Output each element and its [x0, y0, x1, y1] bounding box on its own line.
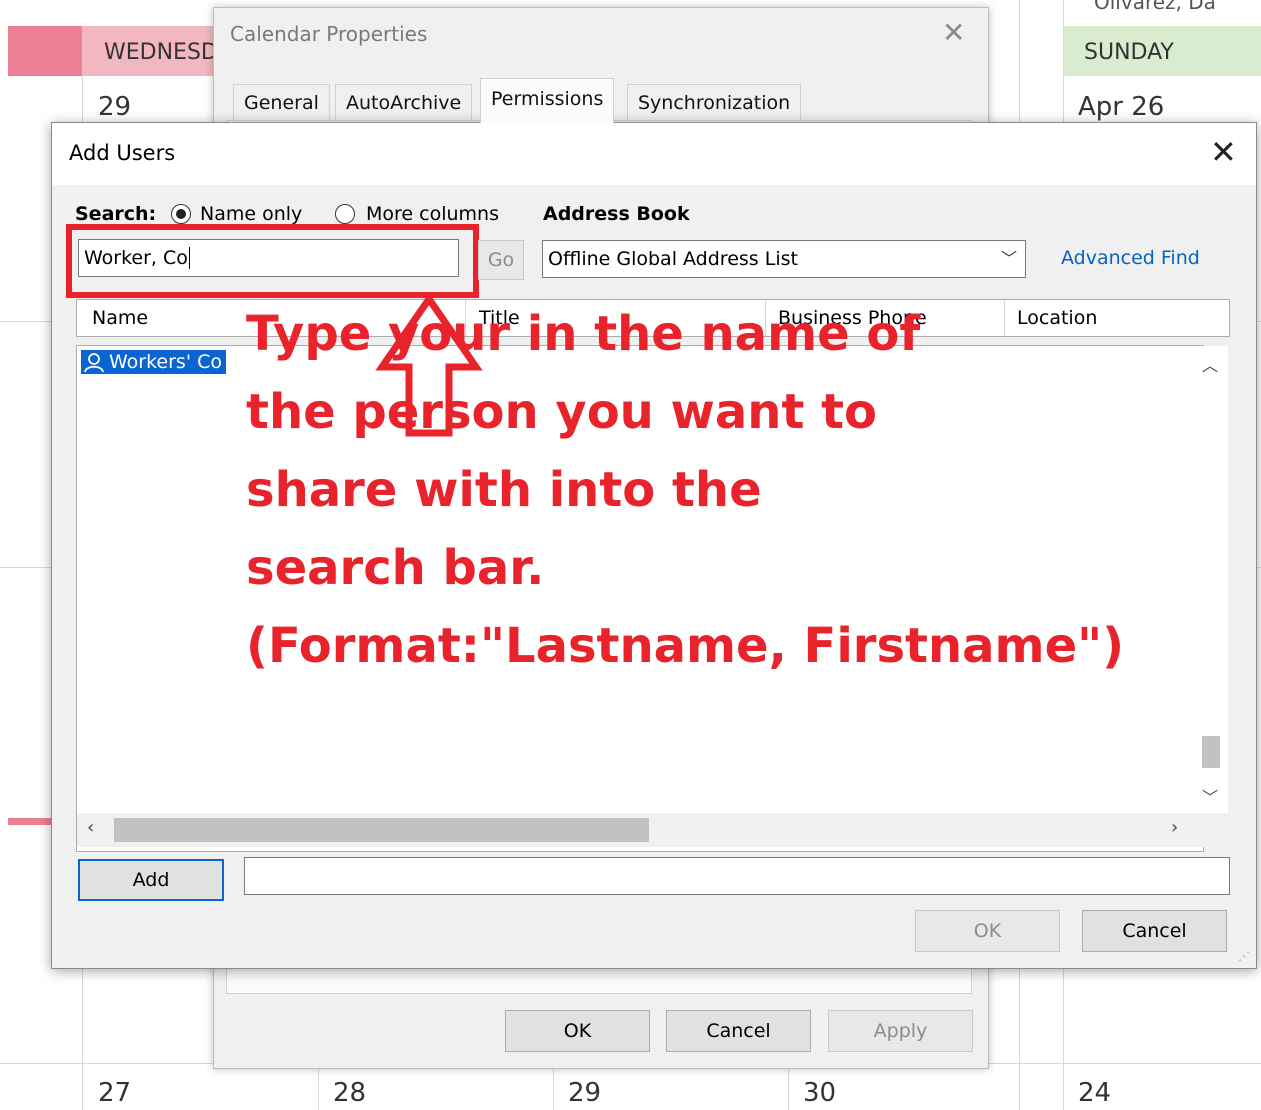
- tab-general[interactable]: General: [233, 84, 330, 121]
- go-button[interactable]: Go: [478, 240, 524, 280]
- scroll-right-icon[interactable]: ›: [1171, 817, 1178, 838]
- tab-synchronization[interactable]: Synchronization: [627, 84, 802, 121]
- date-24[interactable]: 24: [1078, 1078, 1111, 1108]
- dialog-title: Calendar Properties: [230, 22, 428, 46]
- annotation-line: search bar.: [246, 540, 545, 596]
- close-icon[interactable]: ✕: [1210, 133, 1237, 171]
- radio-more-columns-label[interactable]: More columns: [366, 203, 499, 225]
- add-recipients-field[interactable]: [244, 857, 1230, 895]
- annotation-text: Type your in the name of the person you …: [246, 295, 1146, 685]
- resize-grip-icon[interactable]: ⋰: [1238, 949, 1250, 963]
- title-bar: [52, 123, 1256, 185]
- date-27[interactable]: 27: [98, 1078, 131, 1108]
- radio-name-only-label[interactable]: Name only: [200, 203, 302, 225]
- radio-more-columns[interactable]: [335, 204, 355, 224]
- horizontal-scrollbar[interactable]: ‹ ›: [77, 813, 1227, 847]
- owner-label-partial: Olivarez, Da: [1094, 0, 1216, 14]
- tab-autoarchive[interactable]: AutoArchive: [335, 84, 473, 121]
- annotation-line: the person you want to: [246, 384, 878, 440]
- event-strip: [8, 818, 52, 825]
- apply-button[interactable]: Apply: [828, 1010, 973, 1052]
- cancel-button[interactable]: Cancel: [666, 1010, 811, 1052]
- address-book-select[interactable]: Offline Global Address List ﹀: [542, 240, 1026, 278]
- close-icon[interactable]: ✕: [942, 16, 965, 49]
- dialog-title: Add Users: [69, 141, 176, 165]
- date-wed-29[interactable]: 29: [98, 92, 131, 122]
- date-29[interactable]: 29: [568, 1078, 601, 1108]
- annotation-line: (Format:"Lastname, Firstname"): [246, 618, 1125, 674]
- annotation-line: Type your in the name of: [246, 306, 921, 362]
- cancel-button[interactable]: Cancel: [1082, 910, 1227, 952]
- date-28[interactable]: 28: [333, 1078, 366, 1108]
- advanced-find-link[interactable]: Advanced Find: [1061, 247, 1200, 269]
- scroll-up-icon[interactable]: ︿: [1202, 352, 1218, 376]
- annotation-line: share with into the: [246, 462, 762, 518]
- search-label: Search:: [75, 203, 157, 225]
- column-name[interactable]: Name: [92, 300, 148, 336]
- search-input-value: Worker, Co: [84, 247, 188, 269]
- address-book-label: Address Book: [543, 203, 690, 225]
- tab-permissions[interactable]: Permissions: [480, 78, 615, 123]
- user-icon: [84, 353, 104, 373]
- list-item[interactable]: Workers' Co: [81, 350, 226, 374]
- sunday-header: SUNDAY: [1084, 40, 1174, 65]
- scrollbar-thumb-horizontal[interactable]: [114, 818, 649, 842]
- chevron-down-icon[interactable]: ﹀: [1001, 241, 1017, 277]
- today-marker: [8, 26, 82, 76]
- date-apr-26[interactable]: Apr 26: [1078, 92, 1164, 122]
- ok-button[interactable]: OK: [915, 910, 1060, 952]
- search-input[interactable]: Worker, Co: [78, 239, 459, 277]
- ok-button[interactable]: OK: [505, 1010, 650, 1052]
- date-30[interactable]: 30: [803, 1078, 836, 1108]
- scroll-down-icon[interactable]: ﹀: [1202, 784, 1218, 808]
- add-button[interactable]: Add: [78, 859, 224, 901]
- radio-name-only[interactable]: [171, 204, 191, 224]
- vertical-scrollbar[interactable]: ︿ ﹀: [1192, 346, 1228, 813]
- list-item-label: Workers' Co: [109, 351, 222, 373]
- address-book-value: Offline Global Address List: [548, 248, 798, 270]
- scroll-left-icon[interactable]: ‹: [87, 817, 94, 838]
- scrollbar-thumb[interactable]: [1202, 736, 1220, 768]
- wednesday-header: WEDNESD: [104, 40, 218, 65]
